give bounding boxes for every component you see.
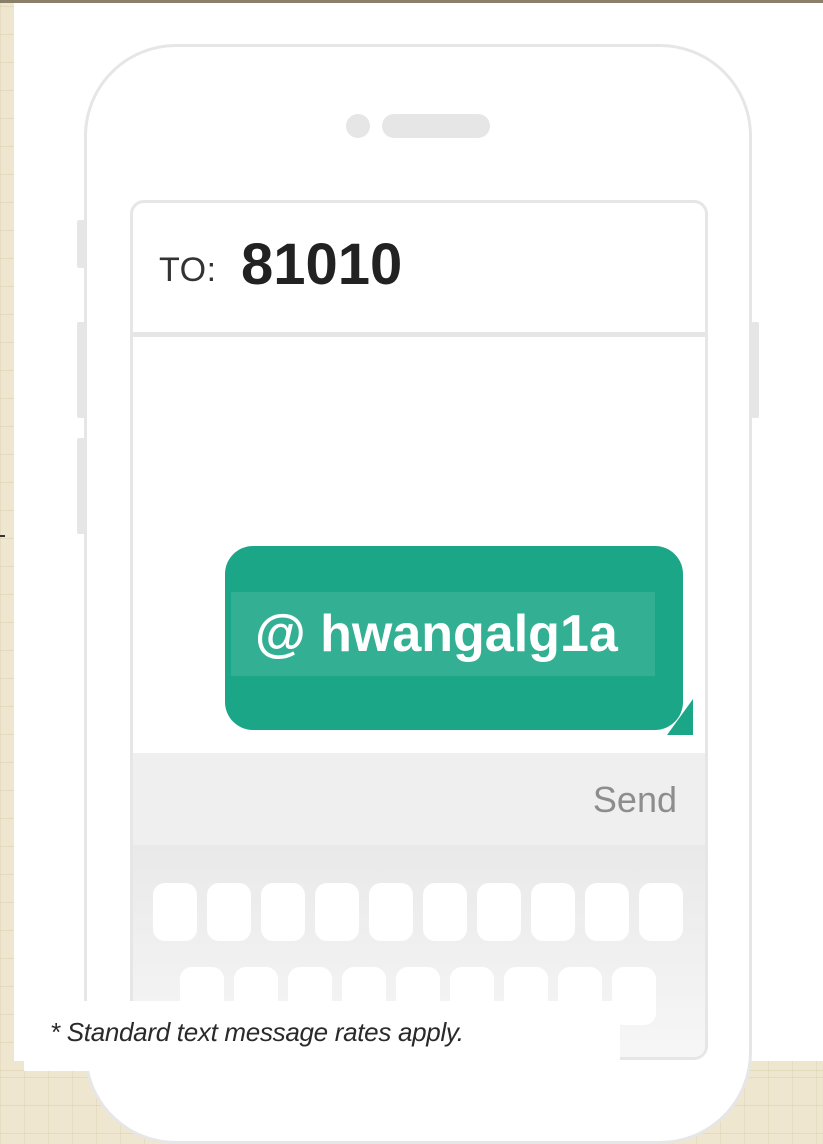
keyboard-key[interactable] — [423, 883, 467, 941]
keyboard-key[interactable] — [261, 883, 305, 941]
keyboard-key[interactable] — [207, 883, 251, 941]
phone-side-button-left-3 — [77, 438, 85, 534]
phone-side-button-right — [751, 322, 759, 418]
speaker-icon — [382, 114, 490, 138]
keyboard-key[interactable] — [315, 883, 359, 941]
compose-bar: Send — [133, 753, 705, 845]
message-bubble: @ hwangalg1a — [225, 546, 683, 730]
message-text: @ hwangalg1a — [255, 605, 618, 663]
keyboard-key[interactable] — [585, 883, 629, 941]
recipient-label: TO: — [159, 251, 217, 289]
phone-side-button-left-1 — [77, 220, 85, 268]
keyboard-key[interactable] — [153, 883, 197, 941]
keyboard-key[interactable] — [639, 883, 683, 941]
send-button[interactable]: Send — [593, 779, 677, 821]
recipient-number: 81010 — [241, 232, 403, 297]
disclaimer-box: * Standard text message rates apply. — [24, 1001, 620, 1071]
keyboard-key[interactable] — [477, 883, 521, 941]
edge-marker — [0, 535, 5, 537]
camera-icon — [346, 114, 370, 138]
keyboard-key[interactable] — [531, 883, 575, 941]
keyboard-key[interactable] — [369, 883, 413, 941]
phone-screen: TO: 81010 @ hwangalg1a Send — [130, 200, 708, 1060]
message-bubble-tail — [667, 699, 693, 735]
recipient-field[interactable]: TO: 81010 — [133, 203, 705, 337]
phone-side-button-left-2 — [77, 322, 85, 418]
disclaimer-text: * Standard text message rates apply. — [50, 1017, 464, 1047]
